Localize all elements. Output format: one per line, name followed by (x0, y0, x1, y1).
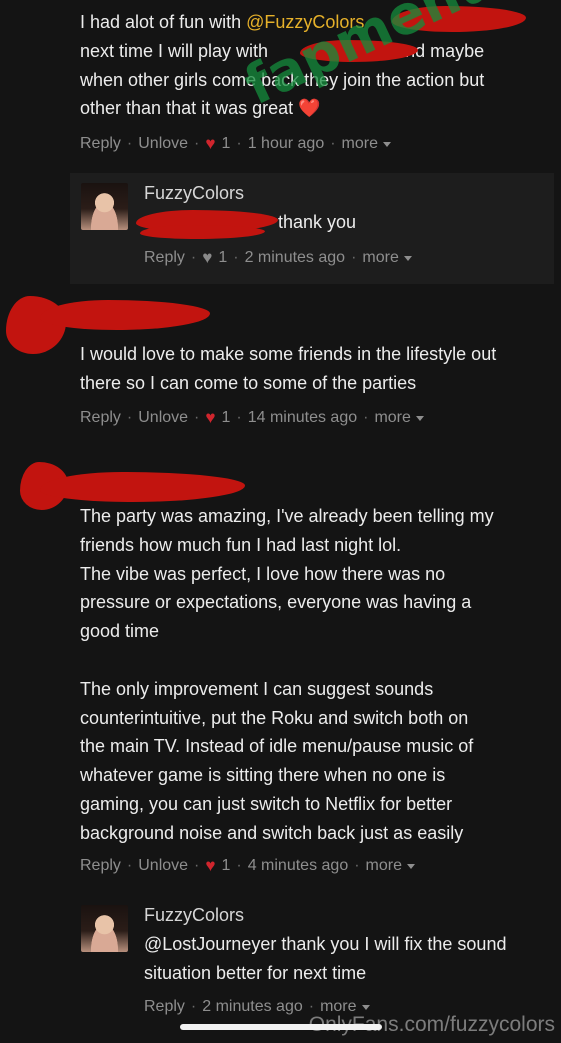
comment-3-line: the main TV. Instead of idle menu/pause … (80, 736, 474, 757)
heart-icon[interactable]: ♥ (205, 134, 215, 154)
reply-link[interactable]: Reply (80, 135, 121, 153)
comment-3-line: counterintuitive, put the Roku and switc… (80, 707, 469, 728)
like-count: 1 (221, 857, 231, 874)
comment-2-line-1: I would love to make some friends in the… (80, 344, 497, 364)
reply-2-line: @LostJourneyer thank you I will fix the … (144, 934, 507, 954)
like-count: 1 (221, 135, 231, 152)
reply-link[interactable]: Reply (144, 998, 185, 1016)
heart-emoji-icon: ❤️ (298, 98, 321, 119)
comment-3-meta: Reply · Unlove · ♥ 1 · 4 minutes ago · more (80, 856, 415, 876)
chevron-down-icon[interactable] (415, 415, 424, 421)
reply-1-text: thank you (278, 212, 357, 232)
comment-3-line: friends how much fun I had last night lo… (80, 534, 402, 555)
comment-3-line: The only improvement I can suggest sound… (80, 678, 434, 699)
reply-link[interactable]: Reply (144, 249, 185, 267)
chevron-down-icon[interactable] (407, 863, 415, 869)
comment-3-line: gaming, you can just switch to Netflix f… (80, 793, 453, 814)
reply-link[interactable]: Reply (80, 409, 121, 427)
chevron-down-icon[interactable] (383, 141, 391, 147)
reply-1-author[interactable]: FuzzyColors (144, 183, 244, 204)
comment-3-line: good time (80, 621, 160, 642)
unlove-link[interactable]: Unlove (138, 409, 188, 427)
comment-3-line: background noise and switch back just as… (80, 822, 464, 843)
comment-2: I would love to make some friends in the… (80, 340, 496, 398)
comment-3-line: whatever game is sitting there when no o… (80, 765, 446, 786)
chevron-down-icon[interactable] (361, 1004, 370, 1010)
unlove-link[interactable]: Unlove (138, 135, 188, 153)
like-count: 1 (221, 409, 231, 426)
redaction-mark (40, 472, 245, 502)
timestamp: 4 minutes ago (247, 857, 349, 874)
home-indicator[interactable] (180, 1024, 382, 1030)
comment-2-line-2: there so I can come to some of the parti… (80, 372, 417, 393)
reply-2-author[interactable]: FuzzyColors (144, 905, 244, 926)
timestamp: 2 minutes ago (202, 998, 303, 1015)
more-link[interactable]: more (374, 409, 410, 427)
more-link[interactable]: more (362, 249, 398, 267)
unlove-link[interactable]: Unlove (138, 857, 188, 875)
heart-icon[interactable]: ♥ (202, 248, 212, 268)
comment-3-blank-line (80, 646, 494, 675)
reply-2-line: situation better for next time (144, 962, 367, 983)
timestamp: 14 minutes ago (247, 409, 358, 426)
redaction-mark (40, 300, 210, 330)
comment-3: The party was amazing, I've already been… (80, 502, 494, 848)
comment-3-line: The vibe was perfect, I love how there w… (80, 563, 446, 584)
timestamp: 2 minutes ago (244, 249, 346, 266)
heart-icon[interactable]: ♥ (205, 856, 215, 876)
avatar[interactable] (81, 905, 128, 952)
reply-2-body: @LostJourneyer thank you I will fix the … (144, 930, 506, 988)
reply-1-meta: Reply · ♥ 1 · 2 minutes ago · more (144, 248, 412, 268)
comment-1-meta: Reply · Unlove · ♥ 1 · 1 hour ago · more (80, 134, 391, 154)
reply-link[interactable]: Reply (80, 857, 121, 875)
comment-3-line: pressure or expectations, everyone was h… (80, 592, 472, 613)
comment-2-meta: Reply · Unlove · ♥ 1 · 14 minutes ago · more (80, 408, 424, 428)
avatar[interactable] (81, 183, 128, 230)
chevron-down-icon[interactable] (403, 255, 412, 261)
more-link[interactable]: more (366, 857, 402, 875)
heart-icon[interactable]: ♥ (205, 408, 215, 428)
more-link[interactable]: more (342, 135, 378, 153)
timestamp: 1 hour ago (247, 135, 325, 152)
like-count: 1 (218, 249, 228, 266)
comment-3-line: The party was amazing, I've already been… (80, 506, 494, 526)
